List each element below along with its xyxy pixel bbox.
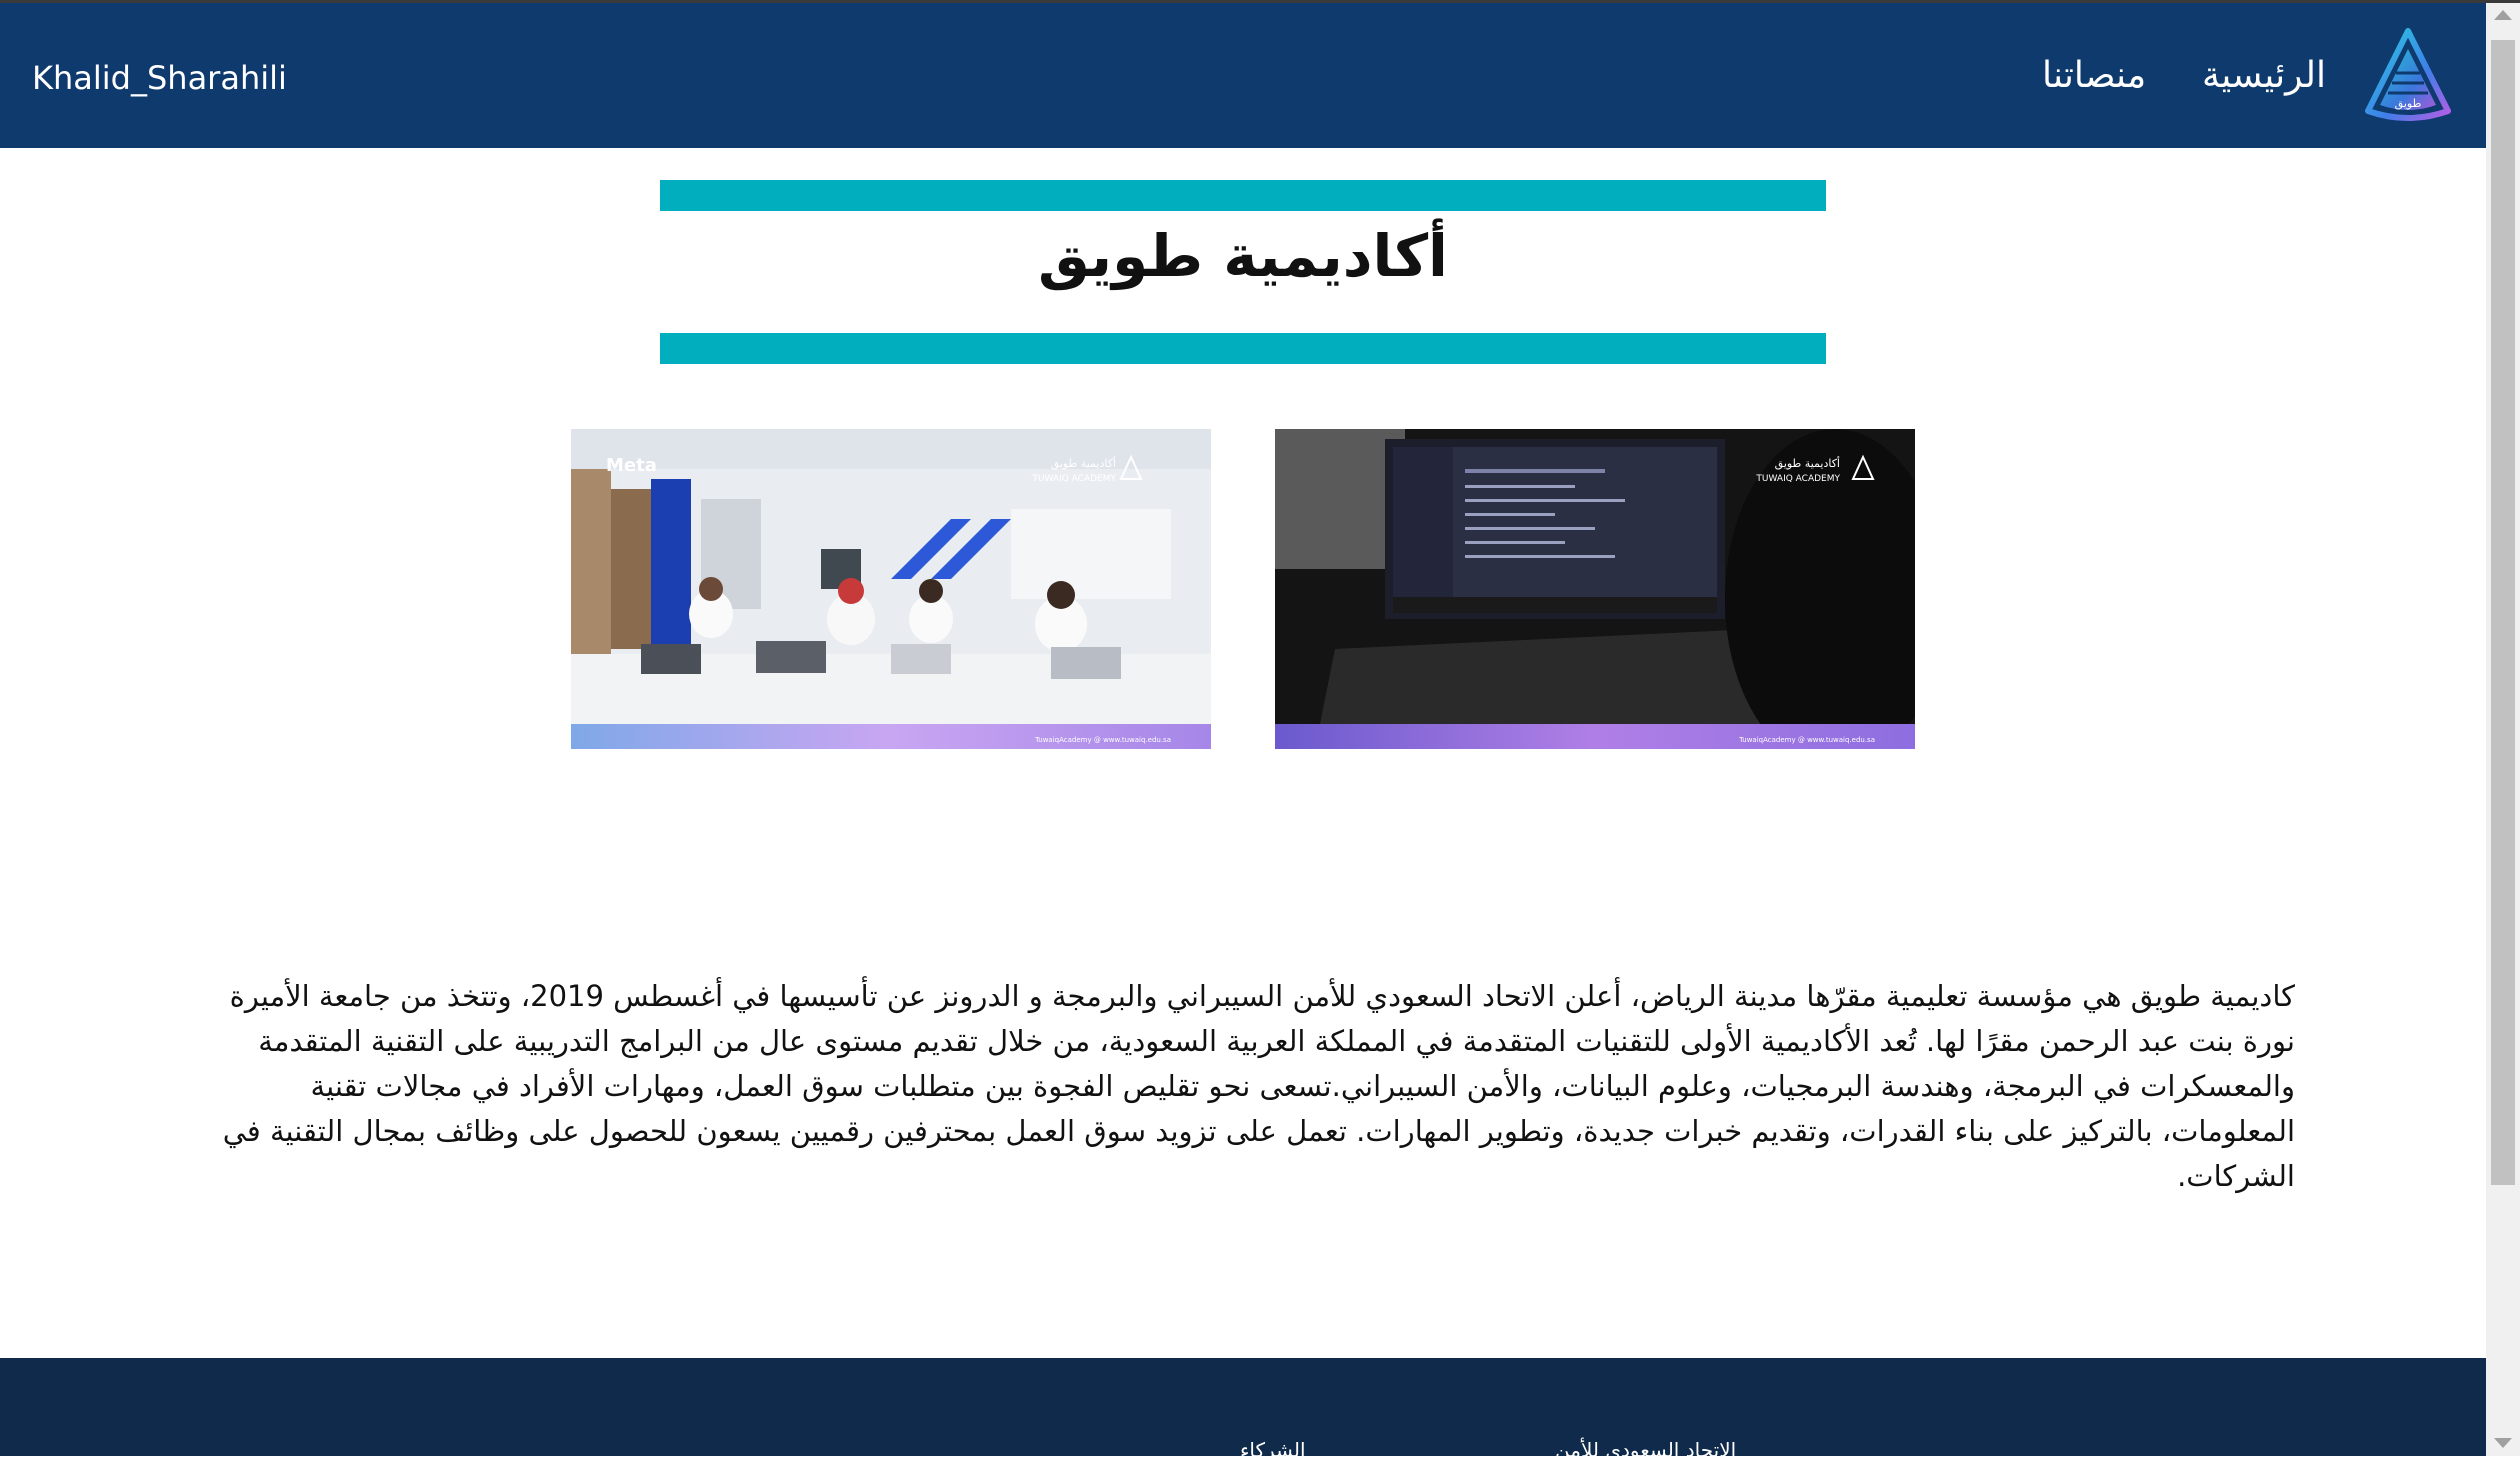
footer-item-federation[interactable]: الاتحاد السعودي للأمن xyxy=(1555,1438,1736,1462)
academy-name-en: TUWAIQ ACADEMY xyxy=(1755,474,1840,484)
laptop-photo: أكاديمية طويق TUWAIQ ACADEMY TuwaiqAcade… xyxy=(1275,429,1915,749)
tuwaiq-logo-icon[interactable]: طويق xyxy=(2362,25,2454,125)
footer: الاتحاد السعودي للأمن الشركاء xyxy=(0,1358,2486,1462)
scroll-down-arrow-icon[interactable] xyxy=(2494,1438,2512,1448)
academy-name-ar: أكاديمية طويق xyxy=(1051,456,1116,471)
logo-text: طويق xyxy=(2395,97,2422,111)
nav-link-home[interactable]: الرئيسية xyxy=(2202,55,2326,96)
about-paragraph: كاديمية طويق هي مؤسسة تعليمية مقرّها مدي… xyxy=(222,979,2295,1193)
scroll-up-arrow-icon[interactable] xyxy=(2494,10,2512,20)
navbar: Khalid_Sharahili منصاتنا الرئيسية طويق xyxy=(0,3,2486,148)
social-handle: TuwaiqAcademy @ www.tuwaiq.edu.sa xyxy=(1738,736,1875,744)
title-band-bottom xyxy=(660,333,1826,364)
scrollbar-thumb[interactable] xyxy=(2491,40,2515,1185)
page-title: أكاديمية طويق xyxy=(1038,222,1448,290)
academy-name-en: TUWAIQ ACADEMY xyxy=(1031,474,1116,484)
title-band-top xyxy=(660,180,1826,211)
footer-item-partners[interactable]: الشركاء xyxy=(1240,1438,1306,1462)
social-handle: TuwaiqAcademy @ www.tuwaiq.edu.sa xyxy=(1034,736,1171,744)
brand-name[interactable]: Khalid_Sharahili xyxy=(32,59,287,97)
nav-link-platforms[interactable]: منصاتنا xyxy=(2042,55,2146,96)
classroom-photo: Meta أكاديمية طويق TUWAIQ ACADEMY Tuwaiq… xyxy=(571,429,1211,749)
academy-name-ar: أكاديمية طويق xyxy=(1775,456,1840,471)
meta-label: Meta xyxy=(606,455,657,476)
